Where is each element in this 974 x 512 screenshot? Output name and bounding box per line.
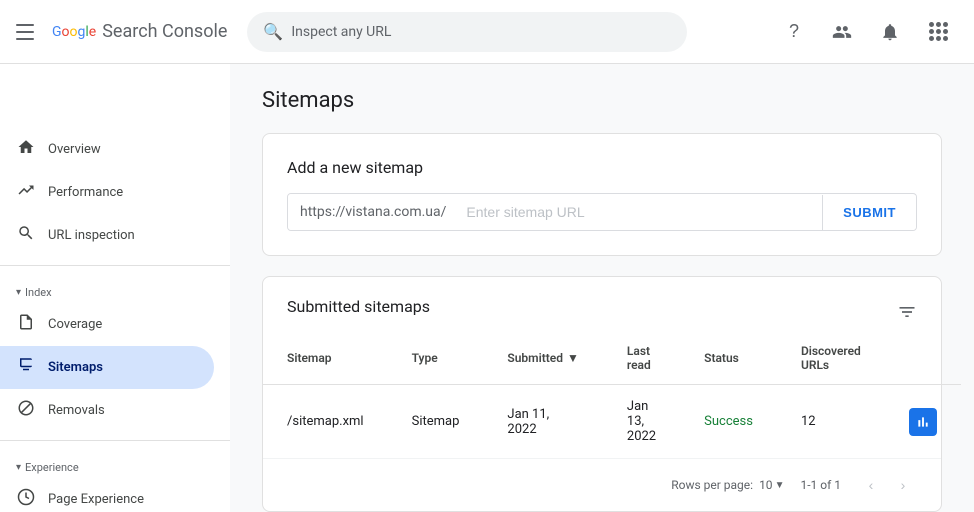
topbar: Google Search Console 🔍 Inspect any URL … (0, 0, 974, 64)
sidebar: Overview Performance URL inspection ▾ In… (0, 64, 230, 512)
logo: Google Search Console (52, 21, 227, 42)
sidebar-item-url-inspection[interactable]: URL inspection (0, 214, 214, 257)
table-row: /sitemap.xml Sitemap Jan 11, 2022 Jan 13… (263, 385, 961, 459)
search-bar[interactable]: 🔍 Inspect any URL (247, 12, 687, 52)
search-icon: 🔍 (263, 22, 283, 41)
cell-last-read: Jan 13, 2022 (603, 385, 680, 459)
col-actions (885, 332, 961, 385)
col-submitted[interactable]: Submitted ▼ (483, 332, 602, 385)
cell-type: Sitemap (388, 385, 484, 459)
apps-button[interactable] (918, 12, 958, 52)
divider-1 (0, 265, 230, 266)
page-title: Sitemaps (262, 88, 942, 113)
divider-2 (0, 440, 230, 441)
page-experience-icon (16, 488, 36, 511)
google-logo: Google (52, 24, 96, 40)
pagination-buttons: ‹ › (857, 471, 917, 499)
sidebar-sitemaps-label: Sitemaps (48, 360, 103, 375)
sidebar-item-overview[interactable]: Overview (0, 128, 214, 171)
accounts-button[interactable] (822, 12, 862, 52)
submitted-sitemaps-card: Submitted sitemaps Sitemap Type Submitte… (262, 276, 942, 512)
topbar-actions: ? (774, 12, 958, 52)
sidebar-section-experience[interactable]: ▾ Experience (0, 449, 230, 478)
rows-per-page-select[interactable]: 10 ▼ (759, 478, 784, 492)
col-sitemap: Sitemap (263, 332, 388, 385)
grid-icon (929, 22, 948, 41)
status-badge: Success (704, 414, 753, 429)
sidebar-item-coverage[interactable]: Coverage (0, 303, 214, 346)
index-arrow-icon: ▾ (16, 287, 21, 298)
table-footer: Rows per page: 10 ▼ 1-1 of 1 ‹ › (263, 458, 941, 511)
sidebar-page-experience-label: Page Experience (48, 492, 144, 507)
sidebar-section-index-label: Index (25, 286, 52, 299)
cell-status: Success (680, 385, 777, 459)
submitted-sitemaps-header: Submitted sitemaps (263, 277, 941, 332)
filter-icon[interactable] (897, 302, 917, 327)
cell-submitted: Jan 11, 2022 (483, 385, 602, 459)
submitted-sitemaps-title: Submitted sitemaps (287, 297, 430, 316)
sidebar-item-sitemaps[interactable]: Sitemaps (0, 346, 214, 389)
performance-icon (16, 181, 36, 204)
sitemaps-icon (16, 356, 36, 379)
sidebar-overview-label: Overview (48, 142, 101, 157)
col-status: Status (680, 332, 777, 385)
sitemap-url-prefix: https://vistana.com.ua/ (288, 194, 458, 230)
main-content: Sitemaps Add a new sitemap https://vista… (230, 64, 974, 512)
add-sitemap-form: https://vistana.com.ua/ SUBMIT (287, 193, 917, 231)
submit-button[interactable]: SUBMIT (822, 195, 916, 230)
home-icon (16, 138, 36, 161)
app-name: Search Console (102, 21, 227, 42)
sidebar-url-inspection-label: URL inspection (48, 228, 135, 243)
sort-icon: ▼ (567, 351, 579, 365)
coverage-icon (16, 313, 36, 336)
chart-button[interactable] (909, 408, 937, 436)
help-button[interactable]: ? (774, 12, 814, 52)
cell-sitemap: /sitemap.xml (263, 385, 388, 459)
removals-icon (16, 399, 36, 422)
experience-arrow-icon: ▾ (16, 462, 21, 473)
sitemaps-table-wrap: Sitemap Type Submitted ▼ Last read Statu… (263, 332, 941, 511)
next-page-button[interactable]: › (889, 471, 917, 499)
cell-chart[interactable] (885, 385, 961, 459)
col-type: Type (388, 332, 484, 385)
sidebar-item-page-experience[interactable]: Page Experience (0, 478, 214, 512)
main-layout: Overview Performance URL inspection ▾ In… (0, 64, 974, 512)
sidebar-performance-label: Performance (48, 185, 123, 200)
sidebar-section-experience-label: Experience (25, 461, 79, 474)
sidebar-coverage-label: Coverage (48, 317, 102, 332)
sidebar-search-wrap (12, 80, 218, 116)
url-inspection-icon (16, 224, 36, 247)
sidebar-removals-label: Removals (48, 403, 105, 418)
sitemaps-table: Sitemap Type Submitted ▼ Last read Statu… (263, 332, 961, 458)
menu-icon[interactable] (16, 20, 40, 44)
add-sitemap-card-content: Add a new sitemap https://vistana.com.ua… (263, 134, 941, 255)
add-sitemap-title: Add a new sitemap (287, 158, 917, 177)
sidebar-section-index[interactable]: ▾ Index (0, 274, 230, 303)
sitemap-url-input[interactable] (458, 194, 822, 230)
col-last-read: Last read (603, 332, 680, 385)
add-sitemap-card: Add a new sitemap https://vistana.com.ua… (262, 133, 942, 256)
col-discovered-urls: Discovered URLs (777, 332, 885, 385)
rows-per-page-label: Rows per page: 10 ▼ (671, 478, 784, 492)
pagination-info: 1-1 of 1 (800, 478, 841, 492)
prev-page-button[interactable]: ‹ (857, 471, 885, 499)
search-placeholder: Inspect any URL (291, 24, 671, 40)
sidebar-item-removals[interactable]: Removals (0, 389, 214, 432)
notifications-button[interactable] (870, 12, 910, 52)
dropdown-arrow-icon: ▼ (775, 480, 785, 491)
sidebar-item-performance[interactable]: Performance (0, 171, 214, 214)
cell-discovered-urls: 12 (777, 385, 885, 459)
